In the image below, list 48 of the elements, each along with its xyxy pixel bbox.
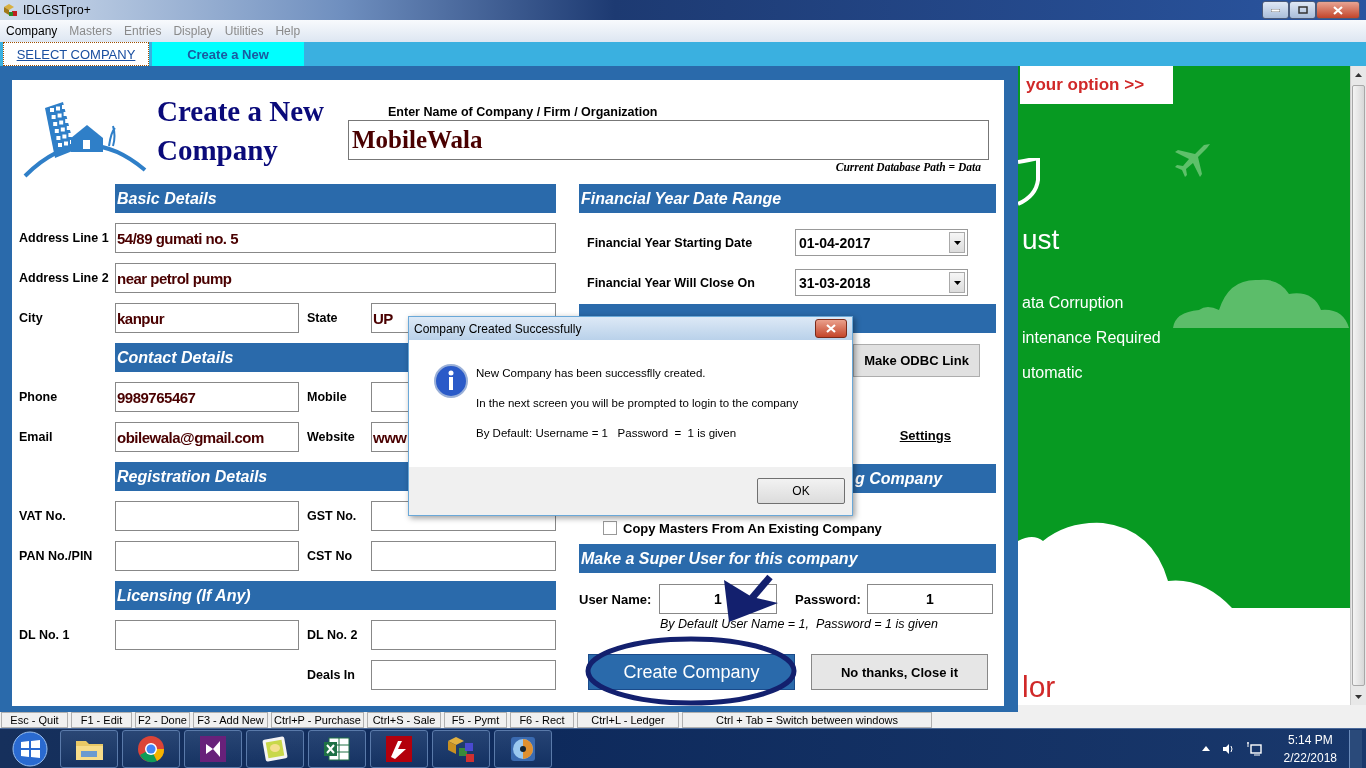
field-label: Password: (795, 591, 862, 607)
advert-feature-text: utomatic (1022, 364, 1083, 382)
field-label: GST No. (306, 509, 358, 523)
shortcut-hint: F2 - Done (135, 712, 190, 728)
field-label: VAT No. (19, 509, 67, 523)
advert-feature-text: ata Corruption (1022, 294, 1124, 312)
dialog-message: In the next screen you will be prompted to login to the company (476, 397, 799, 411)
checkbox-label: Copy Masters From An Existing Company (623, 520, 882, 536)
shortcut-hint: F6 - Rect (510, 712, 574, 728)
dialog-message: By Default: Username = 1 Password = 1 is given (476, 427, 738, 441)
field-label: Address Line 2 (19, 271, 110, 285)
field-label: Enter Name of Company / Firm / Organization (388, 105, 659, 120)
field-label: Deals In (306, 668, 356, 682)
database-path-text: Current Database Path = Data (835, 161, 981, 173)
section-header: Licensing (If Any) (115, 581, 556, 610)
shortcut-hint: F5 - Pymt (444, 712, 507, 728)
section-header: Make a Super User for this company (579, 544, 996, 573)
shortcut-hint: Ctrl + Tab = Switch between windows (682, 712, 932, 728)
field-label: City (19, 311, 44, 325)
section-header: Financial Year Date Range (579, 184, 996, 213)
shortcut-hint: Ctrl+P - Purchase (271, 712, 364, 728)
field-label: DL No. 2 (306, 628, 359, 642)
field-label: PAN No./PIN (19, 549, 94, 563)
field-label: Mobile (306, 390, 348, 404)
advert-feature-text: intenance Required (1022, 329, 1161, 347)
dialog-title: Company Created Successfully (414, 321, 582, 336)
section-header: Basic Details (115, 184, 556, 213)
field-label: Website (306, 430, 356, 444)
advert-tag: your option >> (1020, 66, 1173, 104)
field-label: CST No (306, 549, 354, 563)
page-title: Create a New Company (157, 94, 325, 168)
shortcut-hint: Esc - Quit (1, 712, 68, 728)
field-label: Financial Year Starting Date (587, 235, 754, 250)
field-label: Email (19, 430, 54, 444)
field-label: Phone (19, 390, 59, 404)
shortcut-hint: F3 - Add New (193, 712, 268, 728)
field-label: DL No. 1 (19, 628, 71, 642)
window-title: IDLGSTpro+ (23, 3, 91, 17)
field-label: State (306, 311, 339, 325)
field-label: Address Line 1 (19, 231, 110, 245)
shortcut-hint: Ctrl+S - Sale (367, 712, 441, 728)
field-label: User Name: (579, 591, 653, 607)
shortcut-hint: F1 - Edit (71, 712, 132, 728)
hint-text: By Default User Name = 1, Password = 1 is given (659, 617, 939, 633)
advert-footer-text: lor (1022, 670, 1056, 704)
advert-headline: ust (1022, 224, 1060, 256)
shortcut-hint: Ctrl+L - Ledger (577, 712, 679, 728)
field-label: Financial Year Will Close On (587, 275, 756, 290)
